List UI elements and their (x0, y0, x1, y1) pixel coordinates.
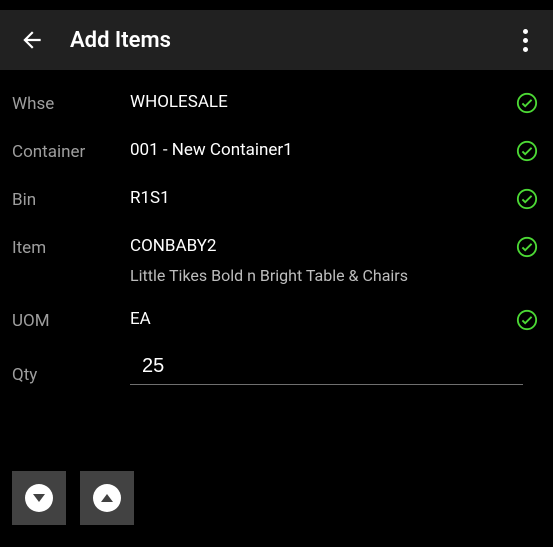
chevron-down-icon (25, 484, 53, 512)
bin-label: Bin (12, 188, 130, 210)
back-button[interactable] (8, 16, 56, 64)
container-valid-icon (513, 140, 541, 162)
more-vert-icon (523, 29, 528, 52)
field-container[interactable]: Container 001 - New Container1 (0, 128, 553, 176)
item-label: Item (12, 236, 130, 258)
app-bar: Add Items (0, 10, 553, 70)
status-bar (0, 0, 553, 10)
field-item[interactable]: Item CONBABY2 Little Tikes Bold n Bright… (0, 224, 553, 297)
up-button[interactable] (80, 471, 134, 525)
bin-value: R1S1 (130, 188, 509, 208)
page-title: Add Items (70, 28, 171, 53)
field-uom[interactable]: UOM EA (0, 297, 553, 345)
field-whse[interactable]: Whse WHOLESALE (0, 80, 553, 128)
uom-label: UOM (12, 309, 130, 331)
whse-label: Whse (12, 92, 130, 114)
chevron-up-icon (93, 484, 121, 512)
more-menu-button[interactable] (503, 18, 547, 62)
qty-input[interactable] (130, 349, 523, 385)
container-label: Container (12, 140, 130, 162)
whse-value: WHOLESALE (130, 92, 509, 112)
bin-valid-icon (513, 188, 541, 210)
item-value: CONBABY2 (130, 236, 509, 256)
uom-valid-icon (513, 309, 541, 331)
whse-valid-icon (513, 92, 541, 114)
qty-label: Qty (12, 363, 130, 385)
field-qty: Qty (0, 345, 553, 393)
form-container: Whse WHOLESALE Container 001 - New Conta… (0, 70, 553, 393)
field-bin[interactable]: Bin R1S1 (0, 176, 553, 224)
item-description: Little Tikes Bold n Bright Table & Chair… (130, 266, 509, 285)
uom-value: EA (130, 309, 509, 329)
bottom-button-bar (12, 471, 134, 525)
down-button[interactable] (12, 471, 66, 525)
container-value: 001 - New Container1 (130, 140, 509, 160)
arrow-back-icon (19, 27, 45, 53)
item-valid-icon (513, 236, 541, 258)
